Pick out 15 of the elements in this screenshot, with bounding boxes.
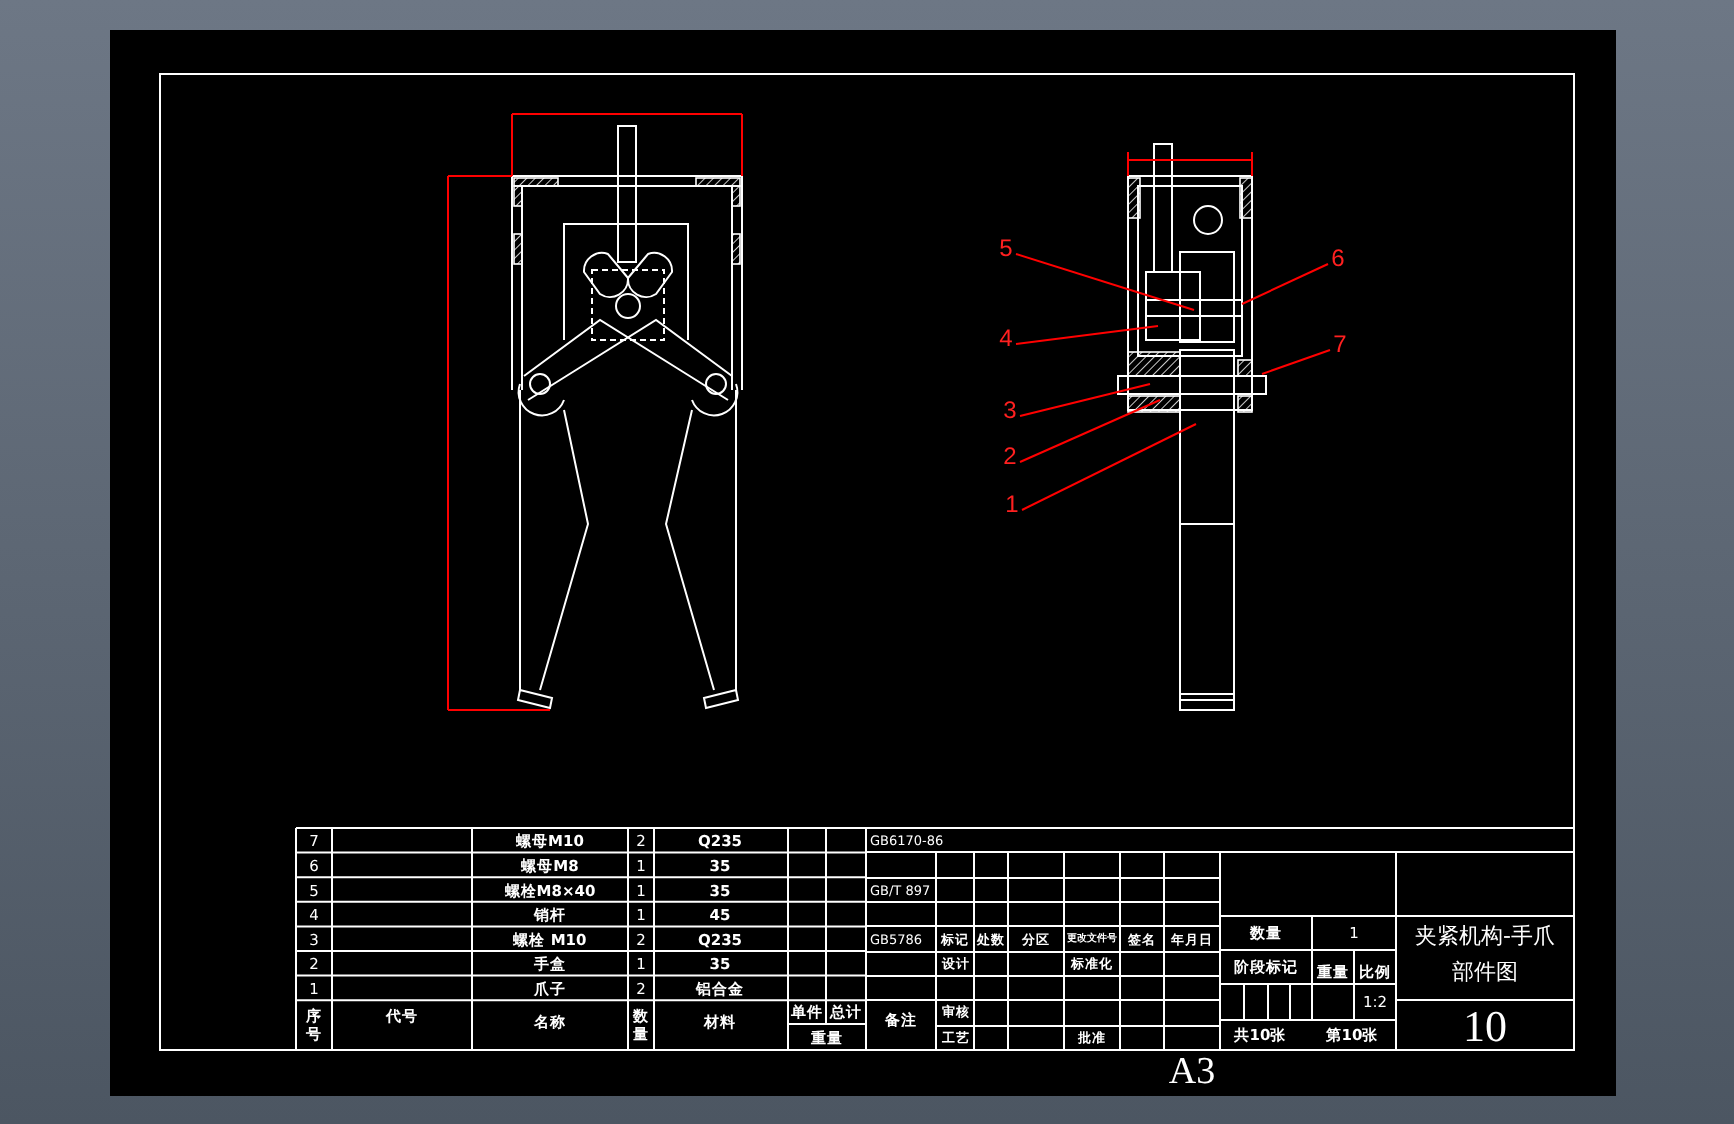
balloon-number: 2 [1003, 442, 1017, 470]
balloon-number: 4 [999, 324, 1013, 352]
balloon-number: 6 [1331, 244, 1345, 272]
drawing-number: 10 [1463, 1001, 1507, 1051]
dimension-line [1127, 151, 1253, 177]
leader-line [1015, 325, 1159, 345]
drawing-title: 部件图 [1452, 959, 1518, 985]
balloon-number: 3 [1003, 396, 1017, 424]
balloon-number: 7 [1333, 330, 1347, 358]
leader-line [1261, 349, 1331, 375]
drawing-title: 夹紧机构-手爪 [1415, 923, 1555, 949]
leader-line [1241, 263, 1329, 305]
sheet-size: A3 [1168, 1051, 1216, 1093]
balloon-number: 1 [1005, 490, 1019, 518]
balloon-number: 5 [999, 234, 1013, 262]
